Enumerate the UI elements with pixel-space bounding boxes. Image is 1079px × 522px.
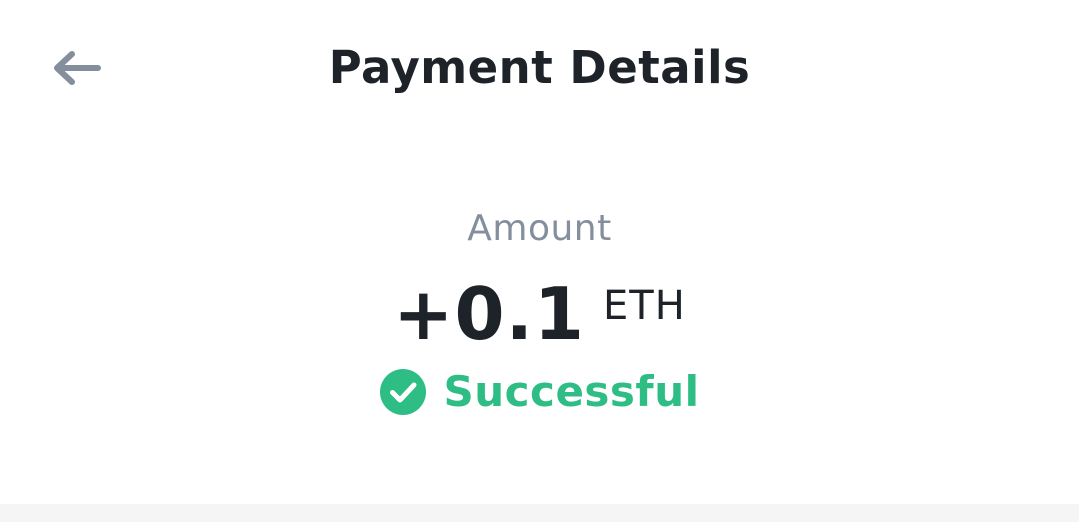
header-bar: Payment Details bbox=[0, 0, 1079, 136]
amount-label: Amount bbox=[467, 208, 612, 249]
payment-summary: Amount +0.1 ETH Successful bbox=[0, 204, 1079, 418]
check-circle-icon bbox=[379, 369, 426, 415]
amount-currency: ETH bbox=[603, 283, 686, 329]
status-badge: Successful bbox=[0, 366, 1079, 418]
page-title: Payment Details bbox=[328, 41, 751, 94]
section-divider bbox=[0, 504, 1079, 522]
amount-row: +0.1 ETH bbox=[0, 278, 1079, 350]
amount-value: +0.1 bbox=[393, 272, 586, 356]
status-text: Successful bbox=[443, 367, 700, 416]
